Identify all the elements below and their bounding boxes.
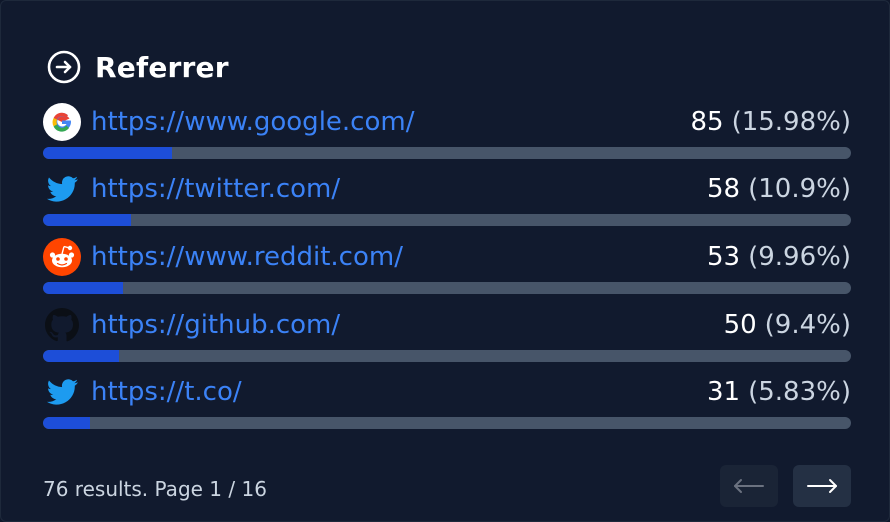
reddit-icon xyxy=(43,238,81,276)
referrer-count: 58 xyxy=(707,174,741,204)
referrer-link[interactable]: https://twitter.com/ xyxy=(91,174,340,204)
referrer-count: 31 xyxy=(707,377,741,407)
referrer-count: 53 xyxy=(707,242,741,272)
arrow-left-icon xyxy=(733,478,765,494)
referrer-bar-fill xyxy=(43,214,132,226)
referrer-link[interactable]: https://www.reddit.com/ xyxy=(91,242,403,272)
prev-page-button[interactable] xyxy=(720,465,778,507)
twitter-icon xyxy=(43,170,81,208)
referrer-count: 85 xyxy=(690,107,724,137)
card-title: Referrer xyxy=(95,50,229,84)
referrer-bar-fill xyxy=(43,282,124,294)
circle-arrow-right-icon xyxy=(47,50,81,84)
referrer-bar xyxy=(43,214,851,226)
card-header: Referrer xyxy=(47,49,229,85)
referrer-row-line: https://www.google.com/ 85 (15.98%) xyxy=(43,103,851,141)
google-icon xyxy=(43,103,81,141)
referrer-bar xyxy=(43,417,851,429)
referrer-link[interactable]: https://www.google.com/ xyxy=(91,107,414,137)
arrow-right-icon xyxy=(806,478,838,494)
referrer-card: Referrer https://www.google.com/ 85 (15. xyxy=(0,0,890,522)
referrer-bar xyxy=(43,147,851,159)
twitter-icon xyxy=(43,373,81,411)
referrer-percent: (10.9%) xyxy=(748,174,851,204)
referrer-percent: (9.4%) xyxy=(764,310,851,340)
referrer-row-line: https://t.co/ 31 (5.83%) xyxy=(43,373,851,411)
referrer-count: 50 xyxy=(723,310,757,340)
referrer-row-line: https://github.com/ 50 (9.4%) xyxy=(43,306,851,344)
referrer-link[interactable]: https://github.com/ xyxy=(91,310,340,340)
referrer-percent: (15.98%) xyxy=(731,107,851,137)
referrer-row: https://t.co/ 31 (5.83%) xyxy=(43,373,851,429)
pagination-summary: 76 results. Page 1 / 16 xyxy=(43,477,267,501)
referrer-row: https://www.reddit.com/ 53 (9.96%) xyxy=(43,238,851,294)
referrer-row: https://github.com/ 50 (9.4%) xyxy=(43,306,851,362)
referrer-bar xyxy=(43,282,851,294)
referrer-percent: (5.83%) xyxy=(748,377,851,407)
referrer-bar-fill xyxy=(43,147,173,159)
referrer-row-line: https://twitter.com/ 58 (10.9%) xyxy=(43,170,851,208)
referrer-row: https://twitter.com/ 58 (10.9%) xyxy=(43,170,851,226)
referrer-row-line: https://www.reddit.com/ 53 (9.96%) xyxy=(43,238,851,276)
referrer-bar-fill xyxy=(43,350,119,362)
referrer-link[interactable]: https://t.co/ xyxy=(91,377,242,407)
referrer-row: https://www.google.com/ 85 (15.98%) xyxy=(43,103,851,159)
next-page-button[interactable] xyxy=(793,465,851,507)
referrer-bar-fill xyxy=(43,417,91,429)
github-icon xyxy=(43,306,81,344)
referrer-bar xyxy=(43,350,851,362)
referrer-percent: (9.96%) xyxy=(748,242,851,272)
